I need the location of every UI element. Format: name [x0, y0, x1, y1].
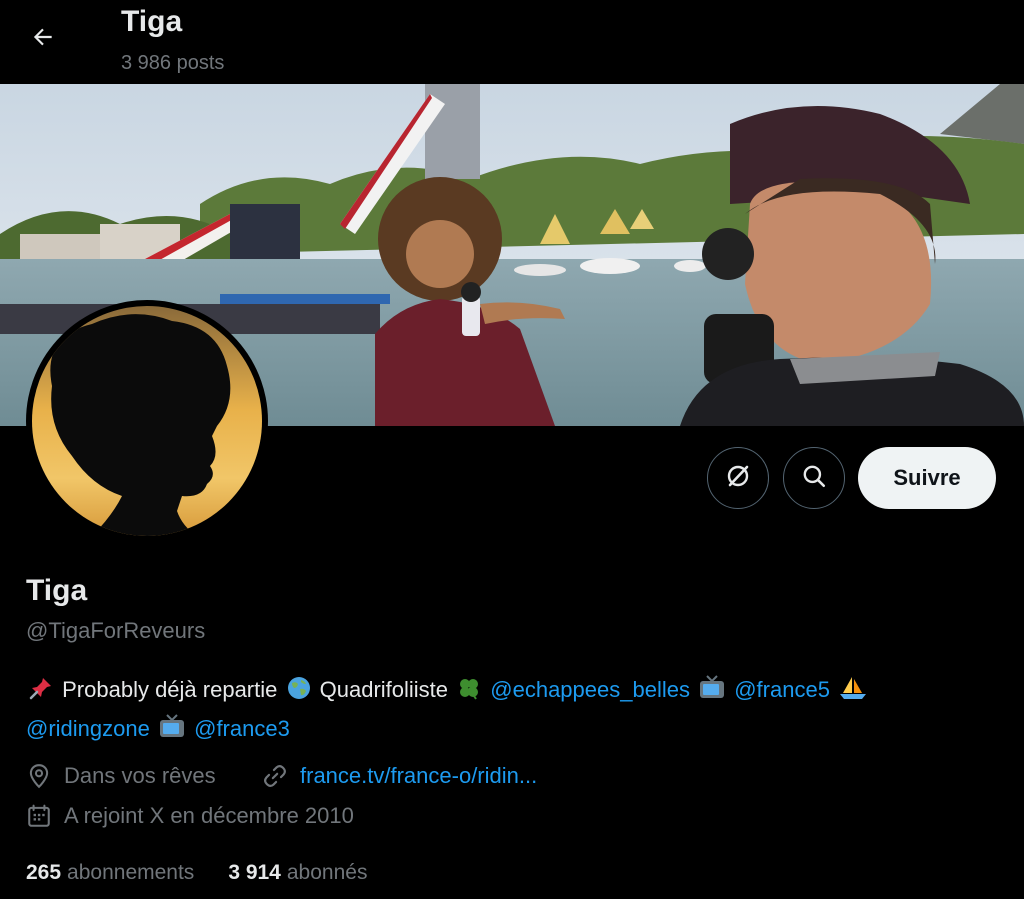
calendar-icon — [26, 803, 52, 829]
profile-join-date: A rejoint X en décembre 2010 — [26, 803, 354, 829]
sailboat-emoji — [838, 675, 868, 711]
search-profile-button[interactable] — [783, 447, 845, 509]
back-button[interactable] — [22, 18, 64, 60]
followers-label: abonnés — [286, 861, 368, 884]
link-icon — [262, 763, 288, 789]
bio-mention-ridingzone[interactable]: @ridingzone — [26, 716, 150, 741]
grok-icon — [724, 462, 752, 495]
following-count: 265 — [26, 861, 62, 884]
profile-name: Tiga — [26, 574, 88, 607]
header-title: Tiga — [121, 5, 183, 38]
website-link[interactable]: france.tv/france-o/ridin... — [300, 763, 537, 789]
location-pin-icon — [26, 763, 52, 789]
header-post-count: 3 986 posts — [121, 52, 225, 74]
following-stat[interactable]: 265 abonnements — [26, 861, 194, 885]
search-icon — [801, 463, 827, 494]
follow-stats: 265 abonnements 3 914 abonnés — [26, 861, 401, 885]
bio-mention-echappees-belles[interactable]: @echappees_belles — [490, 677, 690, 702]
profile-handle: @TigaForReveurs — [26, 618, 206, 643]
bio-text-2: Quadrifoliiste — [319, 677, 449, 702]
grok-button[interactable] — [707, 447, 769, 509]
television-emoji — [158, 714, 186, 750]
arrow-left-icon — [30, 24, 56, 55]
top-bar: Tiga 3 986 posts — [0, 0, 1024, 84]
follow-button[interactable]: Suivre — [858, 447, 996, 509]
profile-avatar[interactable] — [26, 300, 268, 542]
followers-stat[interactable]: 3 914 abonnés — [228, 861, 367, 885]
four-leaf-clover-emoji — [456, 675, 482, 711]
location-text: Dans vos rêves — [64, 763, 216, 788]
profile-bio: Probably déjà repartie Quadrifoliiste @e… — [26, 672, 1006, 750]
followers-count: 3 914 — [228, 861, 281, 884]
profile-location: Dans vos rêves — [26, 763, 216, 789]
pushpin-emoji — [28, 675, 54, 711]
profile-website[interactable]: france.tv/france-o/ridin... — [262, 763, 537, 789]
bio-mention-france3[interactable]: @france3 — [194, 716, 290, 741]
join-date-text: A rejoint X en décembre 2010 — [64, 803, 354, 828]
following-label: abonnements — [67, 861, 195, 884]
bio-text-1: Probably déjà repartie — [62, 677, 278, 702]
bio-mention-france5[interactable]: @france5 — [734, 677, 830, 702]
globe-emoji — [286, 675, 312, 711]
television-emoji — [698, 675, 726, 711]
